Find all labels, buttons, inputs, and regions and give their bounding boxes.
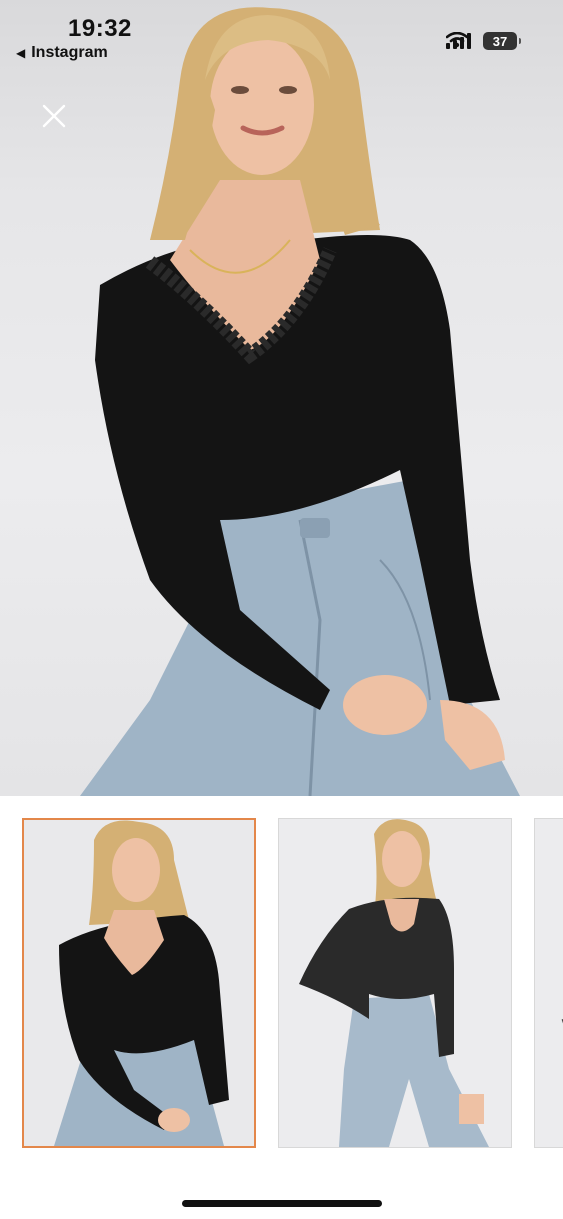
back-arrow-icon: ◀	[16, 46, 26, 60]
home-indicator[interactable]	[182, 1200, 382, 1207]
thumbnail-3-image	[561, 1019, 563, 1024]
status-time: 19:32	[68, 15, 132, 42]
battery-icon: 37	[483, 32, 521, 50]
thumbnail-strip[interactable]	[0, 796, 563, 1166]
close-button[interactable]	[38, 100, 70, 132]
status-indicators: 37	[446, 32, 521, 50]
product-main-image[interactable]: 19:32 ◀ Instagram 37	[0, 0, 563, 796]
thumbnail-2-image	[299, 819, 489, 1147]
close-icon	[42, 104, 66, 128]
back-to-app-link[interactable]: ◀ Instagram	[16, 44, 108, 62]
model-photo	[80, 7, 520, 796]
thumbnail-2[interactable]	[278, 818, 512, 1148]
wifi-icon	[446, 32, 468, 48]
thumbnail-1-image	[54, 820, 229, 1146]
battery-level: 37	[492, 33, 508, 49]
thumbnail-1-selected[interactable]	[22, 818, 256, 1148]
thumbnail-3[interactable]	[534, 818, 563, 1148]
back-app-label: Instagram	[31, 44, 108, 61]
